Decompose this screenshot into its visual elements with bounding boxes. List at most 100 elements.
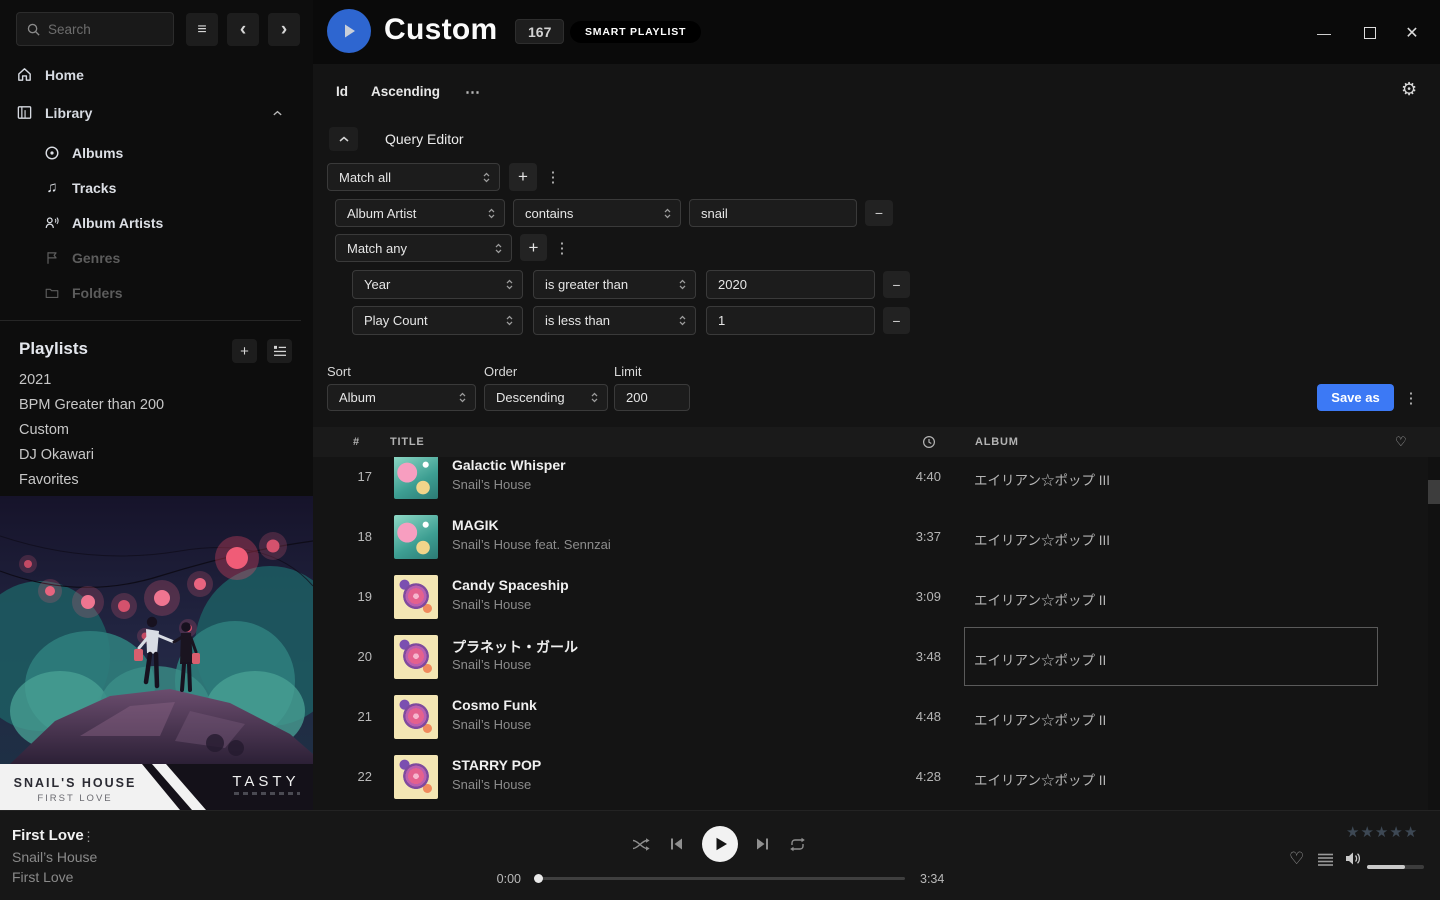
now-playing-artist[interactable]: Snail’s House	[12, 849, 97, 865]
minus-icon: −	[892, 313, 900, 329]
more-options-icon[interactable]: ⋯	[465, 83, 480, 101]
track-list: 17 Galactic Whisper Snail’s House 4:40 エ…	[313, 457, 1428, 810]
rating-stars[interactable]: ★ ★ ★ ★ ★	[1346, 823, 1417, 841]
hamburger-icon: ≡	[197, 21, 206, 39]
queue-icon[interactable]	[1317, 853, 1334, 871]
now-playing-album[interactable]: First Love	[12, 869, 73, 885]
group2-menu-icon[interactable]: ⋮	[553, 234, 571, 262]
add-rule-button-group2[interactable]: +	[520, 234, 547, 261]
manage-playlists-button[interactable]	[267, 339, 292, 363]
scrollbar-thumb[interactable]	[1428, 480, 1440, 504]
sort-field-button[interactable]: Id	[336, 84, 348, 99]
track-artist: Snail’s House feat. Sennzai	[452, 537, 611, 552]
shuffle-button[interactable]	[632, 837, 651, 852]
settings-gear-icon[interactable]: ⚙	[1401, 79, 1417, 100]
column-header-album[interactable]: ALBUM	[975, 436, 1019, 448]
search-input[interactable]	[48, 22, 164, 37]
play-playlist-button[interactable]	[327, 9, 371, 53]
sidebar-item-folders[interactable]: Folders	[44, 285, 123, 301]
save-menu-icon[interactable]: ⋮	[1402, 384, 1420, 411]
column-header-index[interactable]: #	[353, 436, 360, 448]
playlist-item[interactable]: Favorites	[19, 472, 79, 488]
seek-knob[interactable]	[534, 874, 543, 883]
plus-icon: +	[518, 167, 528, 187]
limit-input[interactable]	[614, 384, 690, 411]
column-header-duration-clock-icon[interactable]	[922, 435, 936, 449]
rule1-field-select[interactable]: Album Artist	[335, 199, 505, 227]
add-rule-button-group1[interactable]: +	[509, 163, 537, 191]
star-icon[interactable]: ★	[1375, 823, 1388, 841]
search-box[interactable]	[16, 12, 174, 46]
query-editor-collapse-button[interactable]	[329, 127, 358, 151]
repeat-button[interactable]	[789, 837, 806, 852]
volume-mute-button[interactable]	[1344, 851, 1362, 871]
sidebar-item-home[interactable]: Home	[16, 66, 84, 83]
sidebar-item-albums[interactable]: Albums	[44, 145, 123, 161]
rule1-operator-select[interactable]: contains	[513, 199, 681, 227]
sort-select[interactable]: Album	[327, 384, 476, 411]
column-header-favorite-heart-icon[interactable]: ♡	[1395, 434, 1407, 450]
minimize-button[interactable]: —	[1311, 22, 1337, 44]
sort-direction-button[interactable]: Ascending	[371, 84, 440, 99]
playlist-item[interactable]: 2021	[19, 372, 51, 388]
close-button[interactable]: ✕	[1399, 22, 1425, 44]
sidebar-item-album-artists[interactable]: Album Artists	[44, 215, 163, 231]
album-thumbnail	[394, 457, 438, 499]
remove-rule3-button[interactable]: −	[883, 307, 910, 334]
library-icon	[16, 104, 33, 121]
repeat-icon	[789, 837, 806, 852]
rule2-value-input[interactable]	[706, 270, 875, 299]
star-icon[interactable]: ★	[1360, 823, 1373, 841]
next-track-button[interactable]	[755, 837, 770, 851]
menu-button[interactable]: ≡	[186, 13, 218, 46]
playlist-item[interactable]: DJ Okawari	[19, 447, 94, 463]
match-type-select-group1[interactable]: Match all	[327, 163, 500, 191]
order-select[interactable]: Descending	[484, 384, 608, 411]
sidebar-item-genres[interactable]: Genres	[44, 250, 120, 266]
star-icon[interactable]: ★	[1404, 823, 1417, 841]
collapse-chevron-icon[interactable]	[272, 109, 283, 117]
add-playlist-button[interactable]: +	[232, 339, 257, 363]
previous-track-button[interactable]	[669, 837, 684, 851]
playlist-item[interactable]: BPM Greater than 200	[19, 397, 164, 413]
rule1-value-input[interactable]	[689, 199, 857, 227]
sidebar-item-library[interactable]: Library	[16, 104, 297, 121]
track-row[interactable]: 20 プラネット・ガール Snail’s House 3:48 エイリアン☆ポッ…	[313, 627, 1428, 687]
save-as-button[interactable]: Save as	[1317, 384, 1394, 411]
remove-rule2-button[interactable]: −	[883, 271, 910, 298]
track-list-scrollbar[interactable]	[1428, 457, 1440, 810]
star-icon[interactable]: ★	[1346, 823, 1359, 841]
star-icon[interactable]: ★	[1389, 823, 1402, 841]
column-header-title[interactable]: TITLE	[390, 436, 425, 448]
nav-forward-button[interactable]: ›	[268, 13, 300, 46]
track-row[interactable]: 18 MAGIK Snail’s House feat. Sennzai 3:3…	[313, 507, 1428, 567]
volume-slider[interactable]	[1367, 865, 1424, 869]
rule3-operator-select[interactable]: is less than	[533, 306, 696, 335]
favorite-heart-icon[interactable]: ♡	[1289, 849, 1304, 869]
rule2-field-select[interactable]: Year	[352, 270, 523, 299]
seek-slider[interactable]	[535, 877, 905, 880]
match-type-select-group2[interactable]: Match any	[335, 234, 512, 262]
group1-menu-icon[interactable]: ⋮	[544, 163, 562, 191]
sidebar-item-tracks[interactable]: ♫ Tracks	[44, 180, 116, 196]
now-playing-menu-icon[interactable]: ⋮	[82, 829, 95, 845]
track-row[interactable]: 22 STARRY POP Snail’s House 4:28 エイリアン☆ポ…	[313, 747, 1428, 807]
track-row[interactable]: 21 Cosmo Funk Snail’s House 4:48 エイリアン☆ポ…	[313, 687, 1428, 747]
now-playing-artwork[interactable]: SNAIL'S HOUSE FIRST LOVE TASTY	[0, 496, 313, 810]
rule2-operator-select[interactable]: is greater than	[533, 270, 696, 299]
album-thumbnail	[394, 695, 438, 739]
rule3-field-select[interactable]: Play Count	[352, 306, 523, 335]
track-row[interactable]: 17 Galactic Whisper Snail’s House 4:40 エ…	[313, 457, 1428, 507]
queue-list-icon	[1317, 853, 1334, 866]
sidebar-item-label: Album Artists	[72, 215, 163, 231]
next-icon	[755, 837, 770, 851]
track-row[interactable]: 19 Candy Spaceship Snail’s House 3:09 エイ…	[313, 567, 1428, 627]
remove-rule1-button[interactable]: −	[865, 200, 893, 226]
rule3-value-input[interactable]	[706, 306, 875, 335]
playlist-item[interactable]: Custom	[19, 422, 69, 438]
track-artist: Snail’s House	[452, 597, 531, 612]
sidebar-item-label: Library	[45, 105, 92, 121]
nav-back-button[interactable]: ‹	[227, 13, 259, 46]
play-pause-button[interactable]	[702, 826, 738, 862]
maximize-button[interactable]	[1357, 22, 1383, 44]
